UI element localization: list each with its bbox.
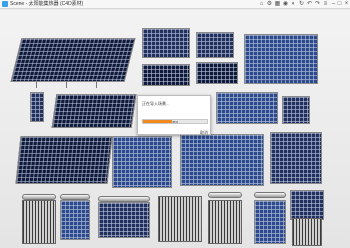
undo-icon[interactable]: ↶ xyxy=(306,1,313,8)
water-tank xyxy=(208,192,242,198)
solar-panel xyxy=(196,62,238,84)
solar-water-heater xyxy=(292,218,322,246)
solar-panel xyxy=(282,96,310,124)
solar-water-heater xyxy=(208,200,242,244)
array-leg xyxy=(66,82,67,88)
solar-array-large xyxy=(10,38,136,82)
solar-panel-stand xyxy=(30,92,44,122)
solar-panel xyxy=(196,32,234,58)
menu-icon[interactable]: ≡ xyxy=(322,1,329,8)
window-title: Scene - 太阳能集热器 (C4D素材) xyxy=(10,1,84,7)
camera-icon[interactable]: ◉ xyxy=(282,1,289,8)
redo-icon[interactable]: ↷ xyxy=(314,1,321,8)
solar-panel xyxy=(290,190,324,220)
solar-panel-large xyxy=(244,34,318,84)
array-leg xyxy=(36,82,37,88)
solar-panel xyxy=(98,202,150,238)
app-icon xyxy=(2,1,8,7)
solar-array xyxy=(15,136,113,184)
import-progress-dialog: 正在导入场景... 45% 取消 xyxy=(137,95,211,135)
solar-panel xyxy=(60,200,90,240)
solar-array xyxy=(270,132,322,184)
close-icon[interactable]: × xyxy=(343,1,350,8)
grid-icon[interactable]: ▦ xyxy=(274,1,281,8)
progress-bar: 45% xyxy=(142,119,208,124)
solar-water-heater xyxy=(158,196,202,242)
solar-panel xyxy=(142,64,190,86)
maximize-icon[interactable]: □ xyxy=(336,1,343,8)
solar-panel xyxy=(254,200,286,244)
water-tank xyxy=(254,192,286,198)
refresh-icon[interactable]: ↻ xyxy=(298,1,305,8)
settings-icon[interactable]: ⚙ xyxy=(266,1,273,8)
title-bar: Scene - 太阳能集热器 (C4D素材) ⌂ ⚙ ▦ ◉ ◐ ↻ ↶ ↷ ≡… xyxy=(0,0,350,9)
solar-array xyxy=(180,134,264,186)
cancel-button[interactable]: 取消 xyxy=(200,130,208,135)
solar-water-heater xyxy=(22,200,56,244)
eye-icon[interactable]: ◐ xyxy=(290,1,297,8)
app-window: Scene - 太阳能集热器 (C4D素材) ⌂ ⚙ ▦ ◉ ◐ ↻ ↶ ↷ ≡… xyxy=(0,0,350,248)
home-icon[interactable]: ⌂ xyxy=(258,1,265,8)
dialog-title: 正在导入场景... xyxy=(142,101,170,106)
solar-array xyxy=(112,136,172,188)
solar-array xyxy=(216,92,278,124)
solar-panel xyxy=(142,28,190,58)
progress-text: 45% xyxy=(171,120,178,124)
solar-array xyxy=(51,94,137,128)
array-leg xyxy=(96,82,97,88)
